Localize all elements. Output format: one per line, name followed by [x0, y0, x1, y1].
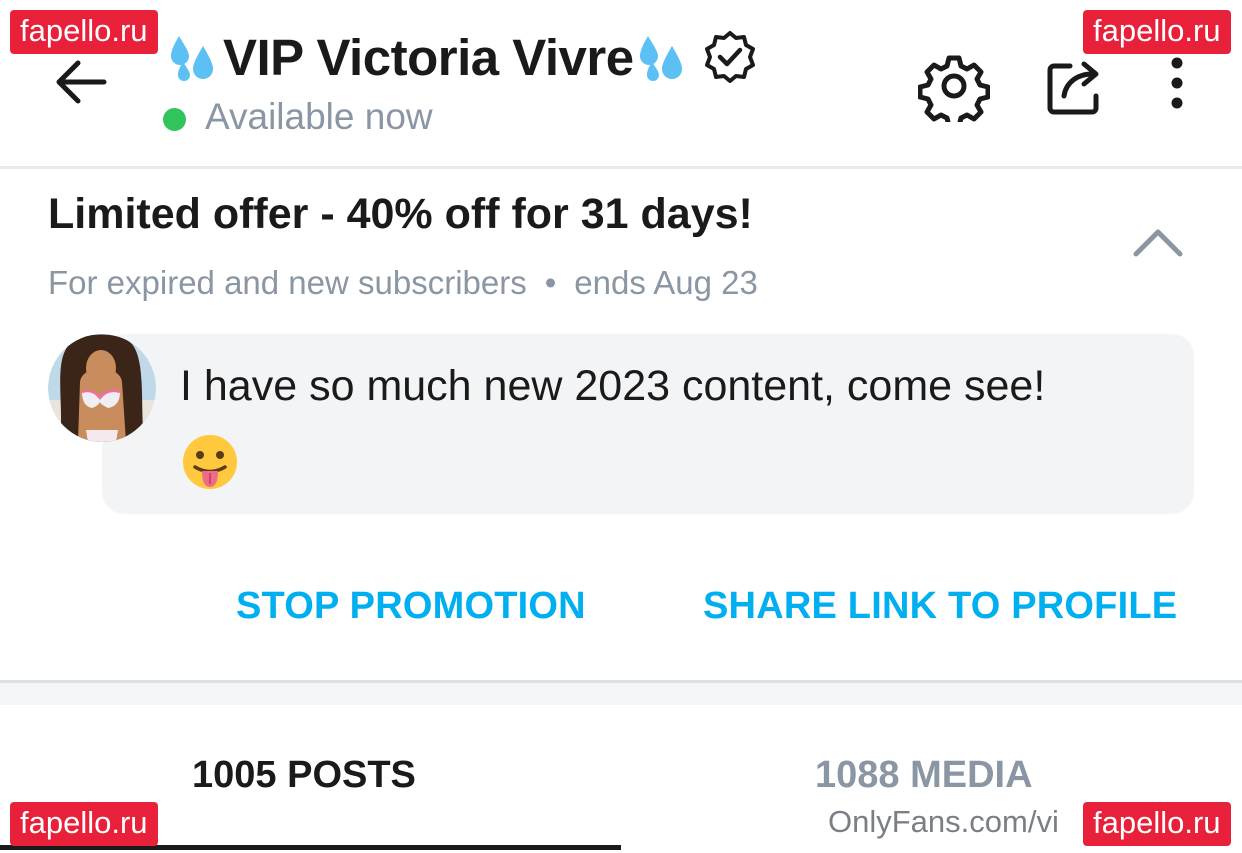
section-gap — [0, 683, 1242, 705]
bullet-separator: • — [544, 264, 557, 301]
title-row: VIP Victoria Vivre — [165, 26, 758, 88]
share-profile-link-button[interactable]: SHARE LINK TO PROFILE — [703, 585, 1177, 628]
online-status-dot — [163, 108, 186, 131]
chevron-up-icon[interactable] — [1130, 222, 1186, 262]
offer-end-date: ends Aug 23 — [574, 264, 758, 301]
tab-media[interactable]: 1088 MEDIA — [815, 754, 1033, 797]
offer-title: Limited offer - 40% off for 31 days! — [48, 190, 753, 238]
profile-title: VIP Victoria Vivre — [223, 28, 634, 86]
tongue-out-emoji-icon — [183, 435, 237, 489]
back-arrow-icon[interactable] — [48, 50, 112, 114]
offer-details: For expired and new subscribers • ends Aug… — [48, 264, 758, 302]
avatar[interactable] — [48, 334, 156, 442]
header-divider — [0, 166, 1242, 169]
sweat-droplets-icon — [171, 36, 213, 81]
gear-icon[interactable] — [918, 50, 990, 122]
watermark-badge: fapello.ru — [1083, 10, 1231, 54]
verified-badge-icon — [704, 31, 755, 83]
share-icon[interactable] — [1040, 50, 1112, 122]
sweat-droplets-icon — [639, 36, 682, 81]
watermark-badge: fapello.ru — [10, 10, 158, 54]
source-url-watermark: OnlyFans.com/vi — [828, 804, 1059, 839]
more-vertical-icon[interactable] — [1157, 55, 1197, 115]
offer-audience: For expired and new subscribers — [48, 264, 527, 301]
profile-header: VIP Victoria Vivre Available now — [0, 0, 1242, 166]
promo-message-text: I have so much new 2023 content, come se… — [180, 362, 1046, 410]
watermark-badge: fapello.ru — [10, 802, 158, 846]
availability-status: Available now — [205, 96, 433, 137]
promo-message-bubble — [102, 334, 1194, 514]
watermark-badge: fapello.ru — [1083, 802, 1231, 846]
stop-promotion-button[interactable]: STOP PROMOTION — [236, 585, 586, 628]
tab-posts[interactable]: 1005 POSTS — [192, 754, 416, 797]
